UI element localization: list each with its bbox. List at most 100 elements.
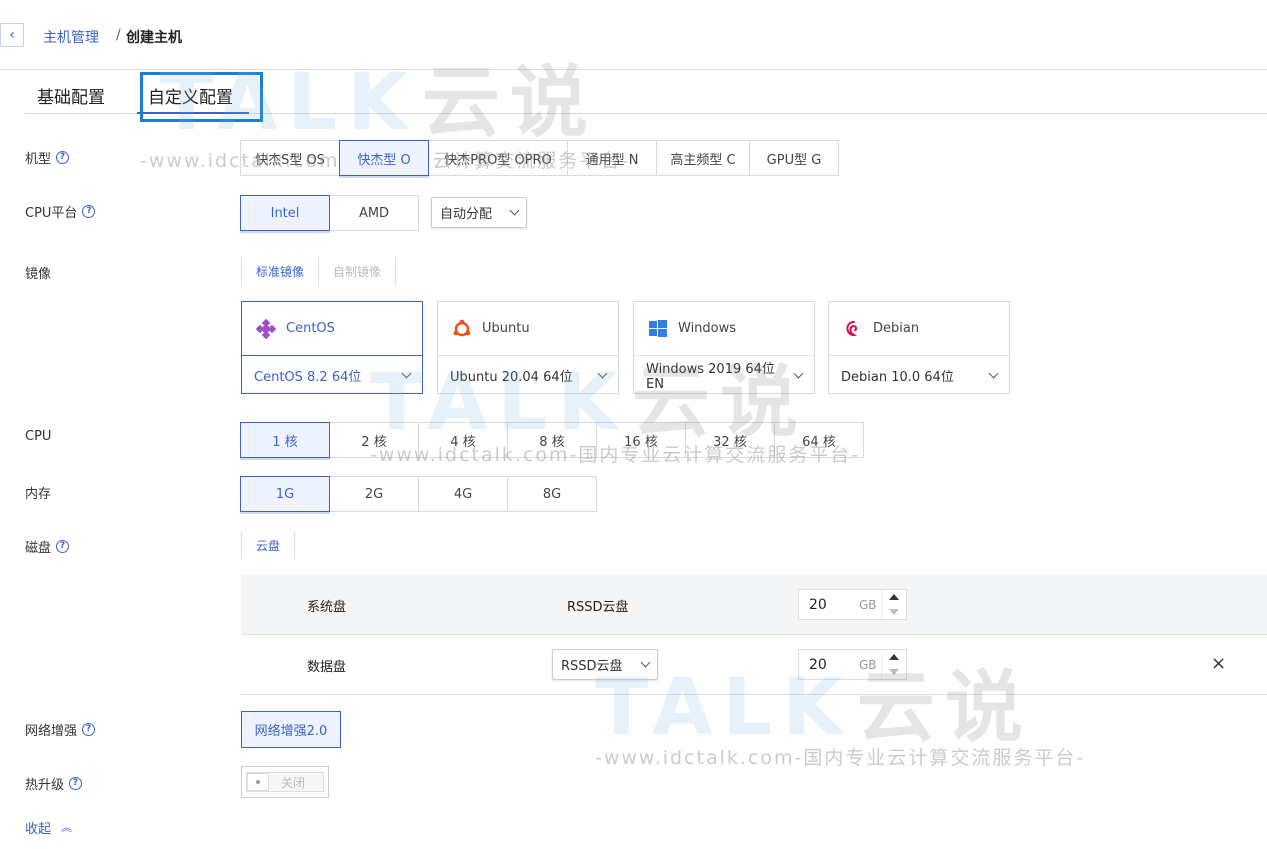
data-disk-size-stepper[interactable]: 20 GB xyxy=(798,649,907,680)
data-disk-size-value[interactable]: 20 xyxy=(799,657,847,673)
top-bar: ‹ 主机管理 / 创建主机 xyxy=(0,0,1267,70)
help-icon[interactable]: ? xyxy=(69,777,83,790)
chevron-down-icon xyxy=(640,657,651,668)
image-tabs: 标准镜像 自制镜像 xyxy=(241,258,397,285)
hot-upgrade-label: 热升级 ? xyxy=(25,774,83,793)
cpu-selector: 1 核 2 核 4 核 8 核 16 核 32 核 64 核 xyxy=(240,422,864,458)
network-label-text: 网络增强 xyxy=(25,724,78,739)
caret-up-icon xyxy=(889,594,899,601)
memory-label: 内存 xyxy=(25,483,51,502)
os-version-value: Debian 10.0 64位 xyxy=(841,369,954,385)
help-icon[interactable]: ? xyxy=(56,151,70,164)
machine-type-o[interactable]: 快杰型 O xyxy=(339,140,429,176)
cpu-option-2[interactable]: 2 核 xyxy=(329,422,419,458)
network-label: 网络增强 ? xyxy=(25,720,96,739)
debian-icon xyxy=(843,319,863,339)
system-disk-size-value[interactable]: 20 xyxy=(799,597,847,613)
memory-label-text: 内存 xyxy=(25,487,52,502)
ubuntu-icon xyxy=(452,319,472,339)
os-version-dropdown[interactable]: Windows 2019 64位 EN xyxy=(634,356,814,394)
memory-option-2g[interactable]: 2G xyxy=(329,476,419,512)
cpu-option-4[interactable]: 4 核 xyxy=(418,422,508,458)
os-card-centos[interactable]: CentOS CentOS 8.2 64位 xyxy=(241,301,423,394)
os-card-header[interactable]: CentOS xyxy=(242,302,422,356)
cpu-platform-intel[interactable]: Intel xyxy=(240,195,330,231)
chevron-down-icon xyxy=(509,205,520,216)
data-disk-type-dropdown[interactable]: RSSD云盘 xyxy=(552,649,658,680)
memory-option-4g[interactable]: 4G xyxy=(418,476,508,512)
os-name: Windows xyxy=(678,321,737,336)
toggle-track: 关闭 xyxy=(246,772,324,792)
back-button[interactable]: ‹ xyxy=(0,23,24,47)
cpu-option-32[interactable]: 32 核 xyxy=(685,422,775,458)
hot-upgrade-label-text: 热升级 xyxy=(25,778,65,793)
decrement-button[interactable] xyxy=(882,605,906,620)
increment-button[interactable] xyxy=(882,650,906,665)
stepper-buttons xyxy=(881,590,906,619)
system-disk-name: 系统盘 xyxy=(307,600,347,615)
collapse-button[interactable]: 收起 ︽ xyxy=(25,818,72,837)
data-disk-name: 数据盘 xyxy=(307,660,347,675)
breadcrumb-parent[interactable]: 主机管理 xyxy=(43,27,99,47)
memory-selector: 1G 2G 4G 8G xyxy=(240,476,597,512)
os-version-value: Windows 2019 64位 EN xyxy=(646,362,775,392)
help-icon[interactable]: ? xyxy=(56,540,70,553)
collapse-label: 收起 xyxy=(25,822,52,837)
disk-label: 磁盘 ? xyxy=(25,537,70,556)
cpu-label: CPU xyxy=(25,429,51,444)
tab-basic-config[interactable]: 基础配置 xyxy=(37,83,105,108)
os-version-value: Ubuntu 20.04 64位 xyxy=(450,369,573,385)
os-card-header[interactable]: Windows xyxy=(634,302,814,356)
cpu-label-text: CPU xyxy=(25,429,52,444)
machine-type-os[interactable]: 快杰S型 OS xyxy=(240,140,340,176)
cpu-option-8[interactable]: 8 核 xyxy=(507,422,597,458)
memory-option-8g[interactable]: 8G xyxy=(507,476,597,512)
centos-icon xyxy=(256,318,276,339)
cpu-option-16[interactable]: 16 核 xyxy=(596,422,686,458)
os-name: CentOS xyxy=(286,321,335,336)
tab-custom-config[interactable]: 自定义配置 xyxy=(148,83,233,108)
cpu-option-1[interactable]: 1 核 xyxy=(240,422,330,458)
os-version-dropdown[interactable]: Debian 10.0 64位 xyxy=(829,356,1009,394)
tab-standard-image[interactable]: 标准镜像 xyxy=(241,258,318,285)
help-icon[interactable]: ? xyxy=(82,205,96,218)
system-disk-size-unit: GB xyxy=(859,597,877,612)
image-label: 镜像 xyxy=(25,263,51,282)
tab-cloud-disk[interactable]: 云盘 xyxy=(241,532,296,559)
disk-label-text: 磁盘 xyxy=(25,541,52,556)
caret-up-icon xyxy=(889,654,899,661)
double-chevron-up-icon: ︽ xyxy=(61,821,73,834)
cpu-platform-amd[interactable]: AMD xyxy=(329,195,419,231)
memory-option-1g[interactable]: 1G xyxy=(240,476,330,512)
os-card-header[interactable]: Debian xyxy=(829,302,1009,356)
cpu-alloc-value: 自动分配 xyxy=(440,207,493,222)
toggle-state: 关闭 xyxy=(281,775,306,790)
breadcrumb-separator: / xyxy=(116,27,121,43)
os-version-dropdown[interactable]: Ubuntu 20.04 64位 xyxy=(438,356,618,394)
disk-tabs: 云盘 xyxy=(241,532,296,559)
machine-type-g[interactable]: GPU型 G xyxy=(749,140,839,176)
cpu-alloc-dropdown[interactable]: 自动分配 xyxy=(431,197,527,228)
chevron-down-icon xyxy=(988,368,999,378)
decrement-button[interactable] xyxy=(882,665,906,680)
machine-type-c[interactable]: 高主频型 C xyxy=(656,140,750,176)
os-card-windows[interactable]: Windows Windows 2019 64位 EN xyxy=(633,301,815,394)
os-card-debian[interactable]: Debian Debian 10.0 64位 xyxy=(828,301,1010,394)
help-icon[interactable]: ? xyxy=(82,723,96,736)
increment-button[interactable] xyxy=(882,590,906,605)
hot-upgrade-toggle[interactable]: 关闭 xyxy=(241,766,329,798)
machine-type-selector: 快杰S型 OS 快杰型 O 快杰PRO型 OPRO 通用型 N 高主频型 C G… xyxy=(240,140,839,176)
os-version-dropdown[interactable]: CentOS 8.2 64位 xyxy=(242,356,422,394)
system-disk-type: RSSD云盘 xyxy=(567,600,629,615)
machine-type-n[interactable]: 通用型 N xyxy=(567,140,657,176)
network-enhance-option[interactable]: 网络增强2.0 xyxy=(241,711,341,748)
cpu-option-64[interactable]: 64 核 xyxy=(774,422,864,458)
windows-icon xyxy=(648,319,668,339)
data-disk-type-value: RSSD云盘 xyxy=(561,659,623,674)
os-card-ubuntu[interactable]: Ubuntu Ubuntu 20.04 64位 xyxy=(437,301,619,394)
system-disk-size-stepper[interactable]: 20 GB xyxy=(798,589,907,620)
tab-custom-image[interactable]: 自制镜像 xyxy=(318,258,397,285)
machine-type-opro[interactable]: 快杰PRO型 OPRO xyxy=(428,140,568,176)
remove-data-disk-button[interactable]: × xyxy=(1211,653,1226,674)
os-card-header[interactable]: Ubuntu xyxy=(438,302,618,356)
